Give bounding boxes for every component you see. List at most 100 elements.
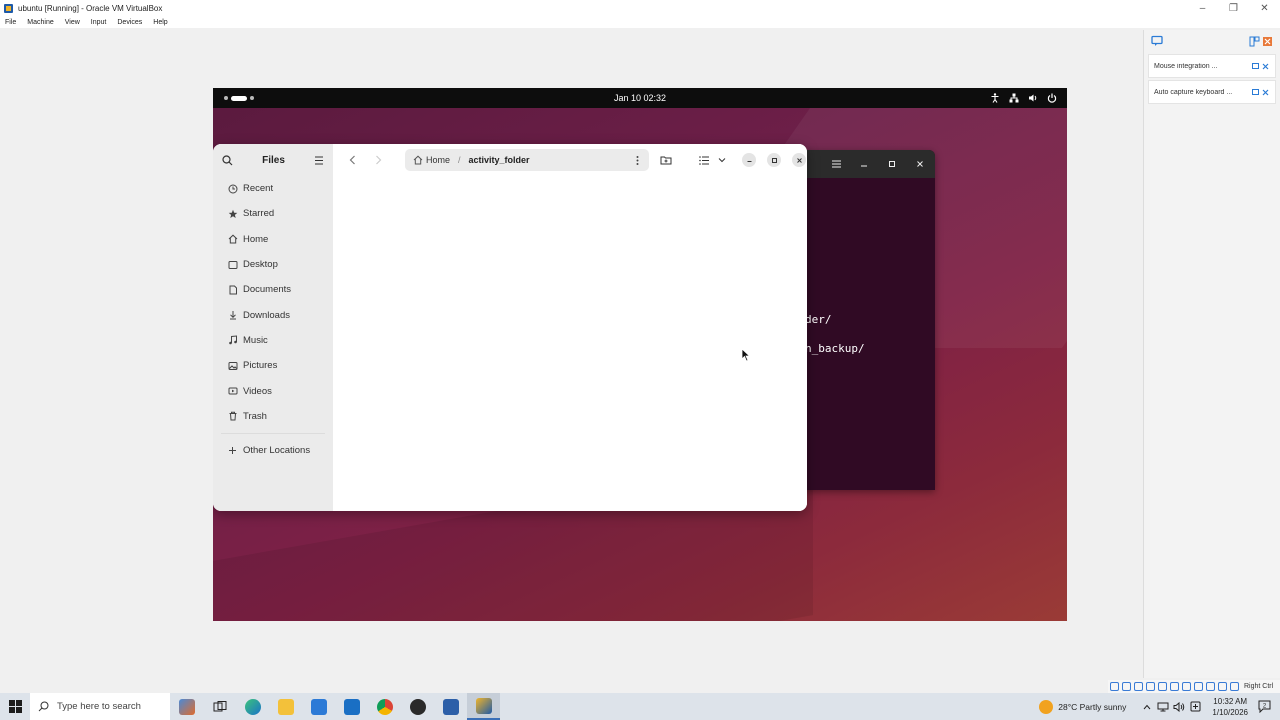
action-center-icon[interactable]: 2 — [1256, 698, 1274, 716]
toggle-icon[interactable] — [1250, 61, 1260, 71]
home-icon — [227, 234, 238, 245]
window-title: ubuntu [Running] - Oracle VM VirtualBox — [18, 3, 163, 13]
power-icon[interactable] — [1047, 93, 1057, 103]
virtualbox-manager-icon[interactable] — [434, 693, 467, 720]
path-bar[interactable]: Home / activity_folder — [405, 149, 649, 171]
edge-browser-icon[interactable] — [236, 693, 269, 720]
terminal-close-button[interactable] — [913, 157, 927, 171]
sidebar-header: Files — [213, 144, 333, 176]
new-folder-icon[interactable] — [657, 151, 675, 169]
dismiss-icon[interactable] — [1260, 87, 1270, 97]
path-current-folder[interactable]: activity_folder — [469, 155, 530, 165]
shared-folders-icon[interactable] — [1170, 682, 1179, 691]
sidebar-item-music[interactable]: Music — [213, 328, 333, 353]
task-view-icon[interactable] — [203, 693, 236, 720]
windows-taskbar: Type here to search 28°C Partly sunny 10… — [0, 693, 1280, 720]
menu-view[interactable]: View — [65, 19, 80, 26]
main-menu-icon[interactable] — [314, 155, 324, 165]
sidebar-item-videos[interactable]: Videos — [213, 378, 333, 403]
activities-button[interactable] — [224, 95, 254, 101]
file-explorer-icon[interactable] — [269, 693, 302, 720]
sidebar-item-home[interactable]: Home — [213, 227, 333, 252]
sidebar-item-label: Pictures — [243, 360, 278, 372]
window-close-button[interactable] — [792, 153, 806, 167]
search-placeholder: Type here to search — [57, 701, 141, 712]
speaker-icon[interactable] — [1172, 700, 1186, 714]
sidebar-item-other-locations[interactable]: Other Locations — [213, 438, 333, 463]
menu-file[interactable]: File — [5, 19, 16, 26]
path-menu-icon[interactable] — [633, 154, 641, 166]
show-hidden-icons-chevron-icon[interactable] — [1140, 700, 1154, 714]
virtualbox-vm-icon[interactable] — [467, 693, 500, 720]
menu-help[interactable]: Help — [153, 19, 167, 26]
terminal-output-line: der/ — [805, 313, 832, 326]
auto-capture-keyboard-notice[interactable]: Auto capture keyboard ... — [1148, 80, 1276, 104]
chrome-icon[interactable] — [368, 693, 401, 720]
network-wired-icon[interactable] — [1009, 93, 1019, 103]
terminal-minimize-button[interactable] — [857, 157, 871, 171]
mail-icon[interactable] — [335, 693, 368, 720]
weather-sun-icon — [1039, 699, 1054, 714]
files-content-area[interactable]: Home / activity_folder — [333, 144, 807, 511]
forward-button[interactable] — [369, 151, 387, 169]
sidebar-item-documents[interactable]: Documents — [213, 277, 333, 302]
minimize-button[interactable]: – — [1187, 0, 1218, 16]
list-view-icon[interactable] — [695, 151, 713, 169]
sidebar-item-label: Trash — [243, 410, 267, 422]
close-button[interactable]: ✕ — [1249, 0, 1280, 16]
close-panel-icon[interactable] — [1261, 35, 1274, 48]
obs-icon[interactable] — [401, 693, 434, 720]
guest-desktop[interactable]: Jan 10 02:32 der/ n_backup/ Files Recent… — [213, 88, 1067, 621]
accessibility-icon[interactable] — [990, 93, 1000, 103]
menu-input[interactable]: Input — [91, 19, 107, 26]
sidebar-item-starred[interactable]: Starred — [213, 201, 333, 226]
mouse-integration-icon[interactable] — [1218, 682, 1227, 691]
window-minimize-button[interactable] — [742, 153, 756, 167]
top-bar-clock[interactable]: Jan 10 02:32 — [213, 93, 1067, 103]
usb-icon[interactable] — [1158, 682, 1167, 691]
audio-icon[interactable] — [1134, 682, 1143, 691]
network-icon[interactable] — [1156, 700, 1170, 714]
taskbar-clock[interactable]: 10:32 AM 1/10/2026 — [1212, 696, 1248, 718]
recording-icon[interactable] — [1194, 682, 1203, 691]
sidebar-item-trash[interactable]: Trash — [213, 404, 333, 429]
taskbar-search-box[interactable]: Type here to search — [30, 693, 170, 720]
files-window[interactable]: Files Recent Starred Home Desktop Docume… — [213, 144, 807, 511]
view-options-chevron-icon[interactable] — [713, 151, 731, 169]
volume-icon[interactable] — [1028, 93, 1038, 103]
start-button[interactable] — [0, 693, 30, 720]
sidebar-item-desktop[interactable]: Desktop — [213, 252, 333, 277]
search-icon[interactable] — [222, 154, 233, 166]
meet-now-icon[interactable] — [1188, 700, 1202, 714]
network-icon[interactable] — [1146, 682, 1155, 691]
svg-text:2: 2 — [1263, 703, 1267, 709]
pin-panel-icon[interactable] — [1248, 35, 1261, 48]
optical-drive-icon[interactable] — [1122, 682, 1131, 691]
terminal-maximize-button[interactable] — [885, 157, 899, 171]
terminal-menu-icon[interactable] — [829, 157, 843, 171]
hard-disk-icon[interactable] — [1110, 682, 1119, 691]
widgets-icon[interactable] — [170, 693, 203, 720]
display-icon[interactable] — [1182, 682, 1191, 691]
restore-button[interactable]: ❐ — [1218, 0, 1249, 16]
menu-devices[interactable]: Devices — [117, 19, 142, 26]
virtualbox-icon — [3, 3, 14, 14]
path-home[interactable]: Home — [426, 155, 450, 165]
cpu-icon[interactable] — [1206, 682, 1215, 691]
toggle-icon[interactable] — [1250, 87, 1260, 97]
sidebar-item-downloads[interactable]: Downloads — [213, 302, 333, 327]
system-tray[interactable] — [990, 93, 1057, 103]
microsoft-store-icon[interactable] — [302, 693, 335, 720]
mouse-integration-notice[interactable]: Mouse integration ... — [1148, 54, 1276, 78]
window-maximize-button[interactable] — [767, 153, 781, 167]
sidebar-item-recent[interactable]: Recent — [213, 176, 333, 201]
notification-icon[interactable] — [1150, 35, 1163, 48]
keyboard-icon[interactable] — [1230, 682, 1239, 691]
dismiss-icon[interactable] — [1260, 61, 1270, 71]
path-separator: / — [458, 155, 461, 165]
weather-widget[interactable]: 28°C Partly sunny — [1039, 699, 1126, 714]
notification-center-panel: Mouse integration ... Auto capture keybo… — [1143, 30, 1280, 678]
menu-machine[interactable]: Machine — [27, 19, 53, 26]
back-button[interactable] — [343, 151, 361, 169]
sidebar-item-pictures[interactable]: Pictures — [213, 353, 333, 378]
